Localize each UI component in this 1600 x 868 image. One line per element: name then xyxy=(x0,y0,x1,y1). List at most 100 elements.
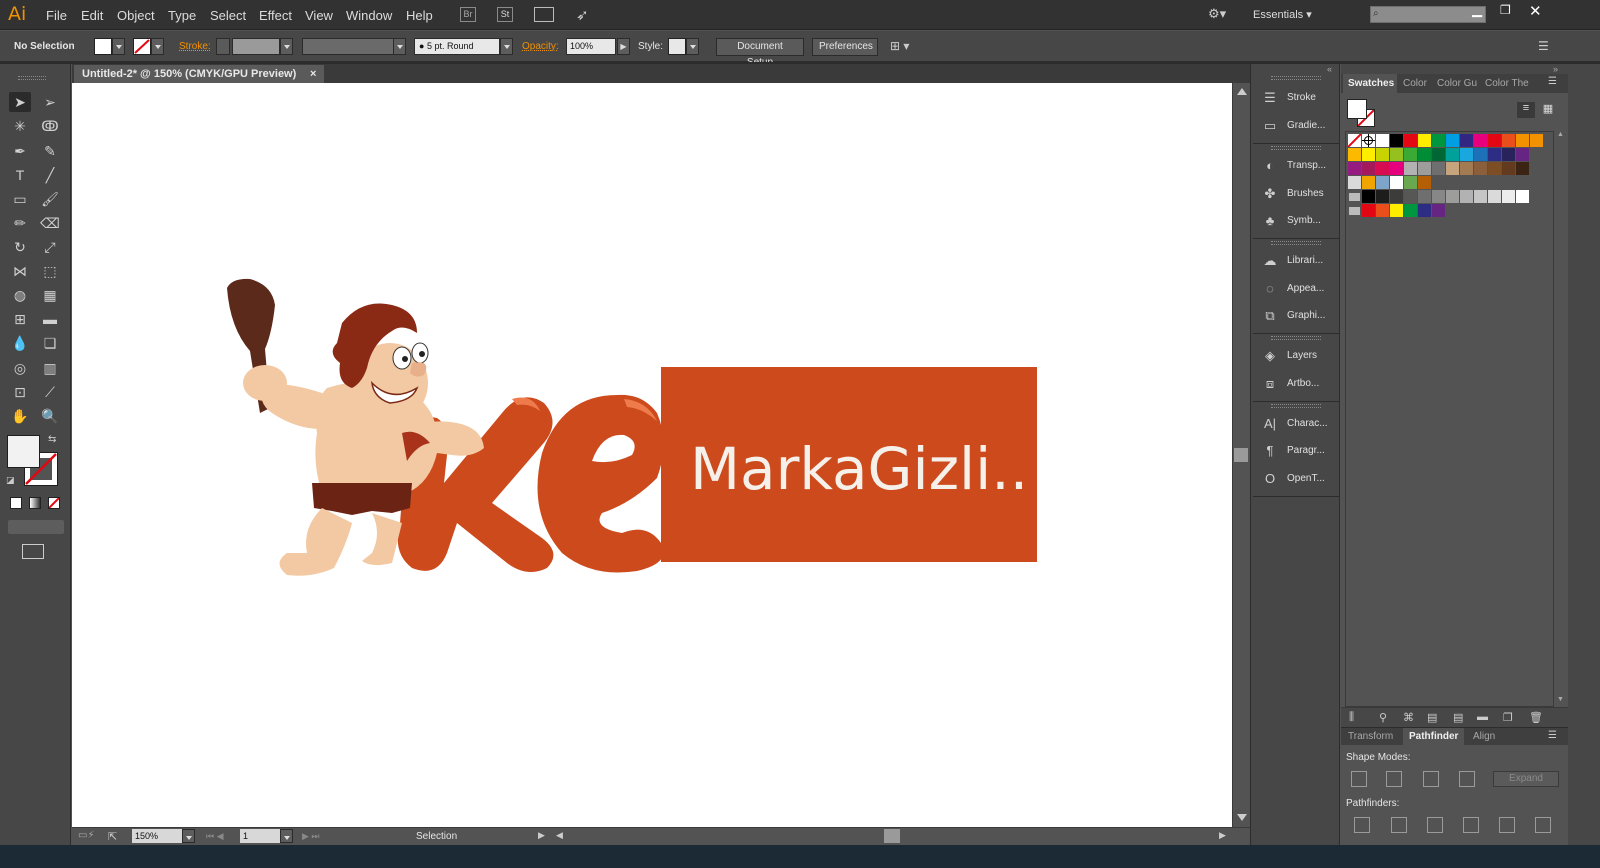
opacity-slider-button[interactable]: ▶ xyxy=(617,38,630,55)
expand-button[interactable]: Expand xyxy=(1493,771,1559,787)
swatch[interactable] xyxy=(1418,190,1431,203)
dock-grip[interactable] xyxy=(1271,404,1321,408)
swatch[interactable] xyxy=(1404,204,1417,217)
swatch[interactable] xyxy=(1348,176,1361,189)
tab-color-guide[interactable]: Color Gu xyxy=(1437,74,1477,93)
swatch[interactable] xyxy=(1460,162,1473,175)
divide-icon[interactable] xyxy=(1354,817,1370,833)
zoom-field[interactable]: 150% xyxy=(132,829,182,843)
swatch[interactable] xyxy=(1530,134,1543,147)
stroke-dropdown[interactable] xyxy=(151,38,164,55)
swatch-scrollbar[interactable]: ▲ ▼ xyxy=(1555,131,1565,707)
swatch[interactable] xyxy=(1376,148,1389,161)
swatch-none[interactable] xyxy=(1347,133,1362,148)
swatch[interactable] xyxy=(1446,162,1459,175)
swatch[interactable] xyxy=(1460,148,1473,161)
swatch[interactable] xyxy=(1404,162,1417,175)
default-fill-stroke-icon[interactable]: ◪ xyxy=(6,475,15,486)
swatch[interactable] xyxy=(1418,134,1431,147)
swatch[interactable] xyxy=(1516,134,1529,147)
search-input[interactable]: ⌕ xyxy=(1370,6,1486,23)
drawing-modes-icon[interactable] xyxy=(8,520,64,534)
swatch[interactable] xyxy=(1502,190,1515,203)
swatch[interactable] xyxy=(1404,176,1417,189)
scroll-down-icon[interactable] xyxy=(1237,814,1247,821)
screen-mode-icon[interactable] xyxy=(22,544,44,559)
unite-icon[interactable] xyxy=(1351,771,1367,787)
swatch[interactable] xyxy=(1362,190,1375,203)
brush-dropdown[interactable] xyxy=(500,38,513,55)
collapse-panel-icon[interactable]: » xyxy=(1553,64,1558,74)
rotate-tool-icon[interactable]: ↻ xyxy=(9,237,31,257)
swatch[interactable] xyxy=(1432,204,1445,217)
swatch[interactable] xyxy=(1390,176,1403,189)
document-tab[interactable]: Untitled-2* @ 150% (CMYK/GPU Preview) × xyxy=(74,65,324,83)
crop-icon[interactable] xyxy=(1463,817,1479,833)
swatch[interactable] xyxy=(1376,176,1389,189)
dock-grip[interactable] xyxy=(1271,76,1321,80)
swatch[interactable] xyxy=(1488,148,1501,161)
gradient-mode-icon[interactable] xyxy=(29,497,41,509)
dock-symbols[interactable]: ♣ Symb... xyxy=(1261,210,1339,232)
swatch-fill-front[interactable] xyxy=(1347,99,1367,119)
artboard-dropdown[interactable] xyxy=(280,829,293,843)
swatch[interactable] xyxy=(1460,134,1473,147)
exclude-icon[interactable] xyxy=(1459,771,1475,787)
swatch[interactable] xyxy=(1390,148,1403,161)
close-window-button[interactable]: ✕ xyxy=(1529,2,1542,20)
dock-grip[interactable] xyxy=(1271,146,1321,150)
swatch[interactable] xyxy=(1516,148,1529,161)
zoom-dropdown[interactable] xyxy=(182,829,195,843)
swatch[interactable] xyxy=(1432,134,1445,147)
eraser-tool-icon[interactable]: ⌫ xyxy=(39,213,61,233)
dock-grip[interactable] xyxy=(1271,336,1321,340)
restore-button[interactable]: ❐ xyxy=(1500,3,1511,17)
swatch-scroll-up-icon[interactable]: ▲ xyxy=(1557,131,1564,138)
lasso-tool-icon[interactable]: ↂ xyxy=(39,116,61,136)
swatch-options-alt-icon[interactable]: ▤ xyxy=(1453,711,1463,724)
rectangle-tool-icon[interactable]: ▭ xyxy=(9,189,31,209)
swatch[interactable] xyxy=(1348,148,1361,161)
swatch[interactable] xyxy=(1390,134,1403,147)
artboard-canvas[interactable]: MarkaGizli.. xyxy=(72,83,1232,827)
vertical-scrollbar[interactable] xyxy=(1232,83,1249,827)
first-artboard-icon[interactable]: ⏮ ◀ xyxy=(206,831,224,842)
gpu-performance-icon[interactable]: ➶ xyxy=(576,6,589,24)
variable-width-dropdown[interactable] xyxy=(393,38,406,55)
swatch[interactable] xyxy=(1376,204,1389,217)
magic-wand-tool-icon[interactable]: ✳ xyxy=(9,116,31,136)
swatch[interactable] xyxy=(1390,162,1403,175)
color-group-edit-icon[interactable]: ⌘ xyxy=(1403,711,1414,724)
vertical-scroll-thumb[interactable] xyxy=(1234,448,1248,462)
swatch[interactable] xyxy=(1362,176,1375,189)
tab-align[interactable]: Align xyxy=(1473,728,1495,745)
tab-swatches[interactable]: Swatches xyxy=(1343,74,1397,93)
swatch[interactable] xyxy=(1432,148,1445,161)
stock-button[interactable]: St xyxy=(497,7,513,22)
dock-artboards[interactable]: ⧈ Artbo... xyxy=(1261,373,1339,395)
last-artboard-icon[interactable]: ▶ ⏭ xyxy=(302,831,320,842)
swatch[interactable] xyxy=(1418,176,1431,189)
dock-libraries[interactable]: ☁ Librari... xyxy=(1261,250,1339,272)
swatch[interactable] xyxy=(1488,134,1501,147)
panel-menu-icon[interactable]: ☰ xyxy=(1548,76,1557,87)
graphic-style-dropdown[interactable] xyxy=(686,38,699,55)
swatch[interactable] xyxy=(1502,162,1515,175)
fill-color-front[interactable] xyxy=(7,435,40,468)
artboard-field[interactable]: 1 xyxy=(240,829,280,843)
minus-front-icon[interactable] xyxy=(1386,771,1402,787)
document-setup-button[interactable]: Document Setup xyxy=(716,38,804,68)
status-menu-icon[interactable]: ▶ xyxy=(538,830,545,841)
dock-gradient[interactable]: ▭ Gradie... xyxy=(1261,115,1339,137)
minus-back-icon[interactable] xyxy=(1535,817,1551,833)
mesh-tool-icon[interactable]: ⊞ xyxy=(9,309,31,329)
swatch-registration[interactable] xyxy=(1362,134,1375,147)
trim-icon[interactable] xyxy=(1391,817,1407,833)
menu-object[interactable]: Object xyxy=(117,8,155,23)
stroke-swatch[interactable] xyxy=(133,38,151,55)
menu-edit[interactable]: Edit xyxy=(81,8,103,23)
artboard-tool-icon[interactable]: ⊡ xyxy=(9,382,31,402)
swatch[interactable] xyxy=(1390,204,1403,217)
color-mode-icon[interactable] xyxy=(10,497,22,509)
dock-appearance[interactable]: ◌ Appea... xyxy=(1261,278,1339,300)
